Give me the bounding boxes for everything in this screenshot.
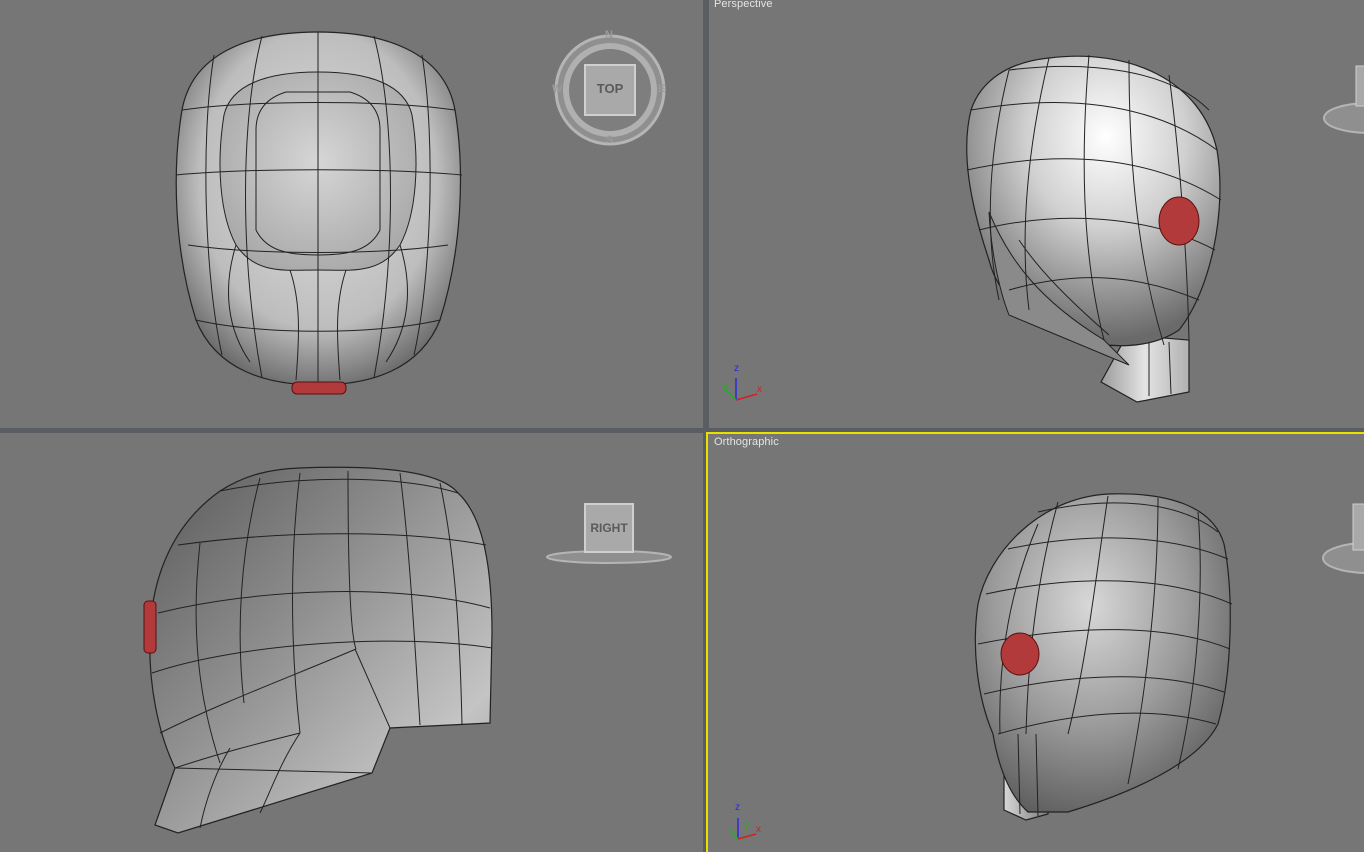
head-mesh-perspective[interactable] [966, 54, 1222, 403]
axis-y-label: y [744, 820, 749, 831]
axis-x-label: x [756, 824, 761, 835]
axis-tripod-icon [729, 818, 757, 840]
axis-tripod-icon [725, 378, 758, 401]
axis-z-label: z [735, 802, 740, 813]
viewport-top[interactable]: TOP N S E W [0, 0, 703, 428]
compass-s-label: S [606, 134, 614, 146]
viewcube-face-label[interactable]: TOP [553, 81, 667, 96]
head-mesh-right[interactable] [143, 466, 493, 834]
viewcube-perspective-partial[interactable] [1323, 65, 1364, 134]
head-mesh-top[interactable] [175, 31, 463, 395]
axis-z-label: z [734, 363, 739, 374]
compass-e-label: E [658, 83, 666, 95]
viewport-perspective[interactable]: Perspective z x y [709, 0, 1364, 428]
selected-element-right[interactable] [143, 600, 157, 654]
axis-x-label: x [757, 384, 762, 395]
viewcube-ortho-partial[interactable] [1322, 503, 1364, 574]
selected-element-orthographic[interactable] [1000, 632, 1040, 676]
right-view-scene [143, 466, 672, 834]
selected-element-top[interactable] [291, 381, 347, 395]
compass-w-label: W [552, 83, 563, 95]
selected-element-perspective[interactable] [1158, 196, 1200, 246]
compass-n-label: N [605, 29, 613, 41]
viewcube-face-label-right[interactable]: RIGHT [585, 521, 633, 535]
viewport-orthographic[interactable]: Orthographic z x y [706, 432, 1364, 852]
viewcube-top[interactable]: TOP N S E W [552, 29, 667, 147]
viewport-right[interactable]: RIGHT [0, 433, 703, 852]
perspective-view-scene [725, 54, 1364, 403]
head-mesh-orthographic[interactable] [974, 493, 1233, 821]
axis-y-label: y [723, 381, 728, 392]
orthographic-view-scene [729, 493, 1364, 840]
